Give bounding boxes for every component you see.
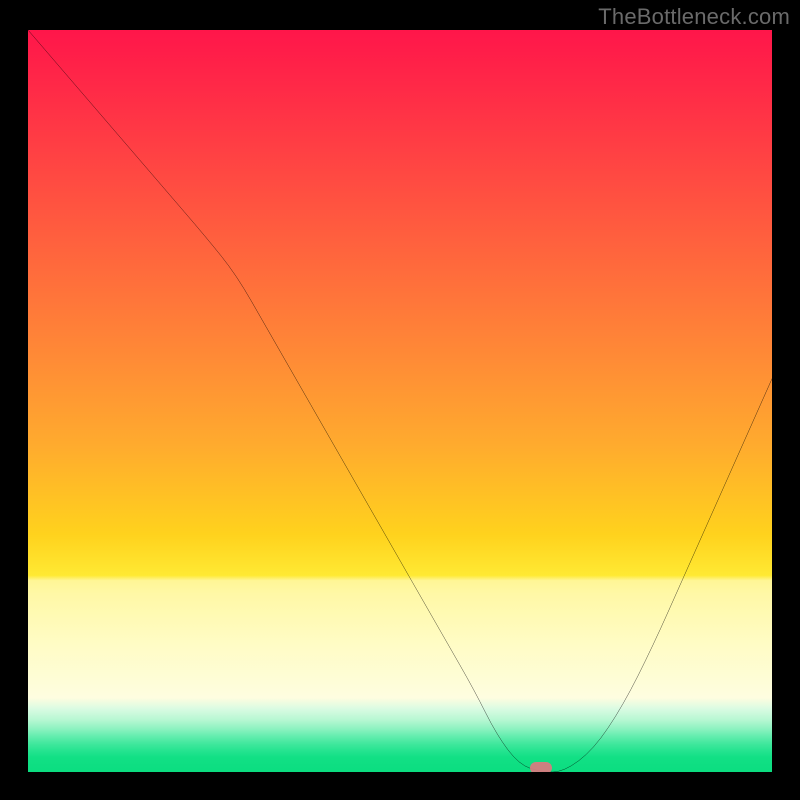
watermark-text: TheBottleneck.com <box>598 4 790 30</box>
chart-frame: TheBottleneck.com <box>0 0 800 800</box>
bottleneck-curve <box>28 30 772 772</box>
plot-area <box>28 30 772 772</box>
optimal-point-marker <box>530 762 552 772</box>
